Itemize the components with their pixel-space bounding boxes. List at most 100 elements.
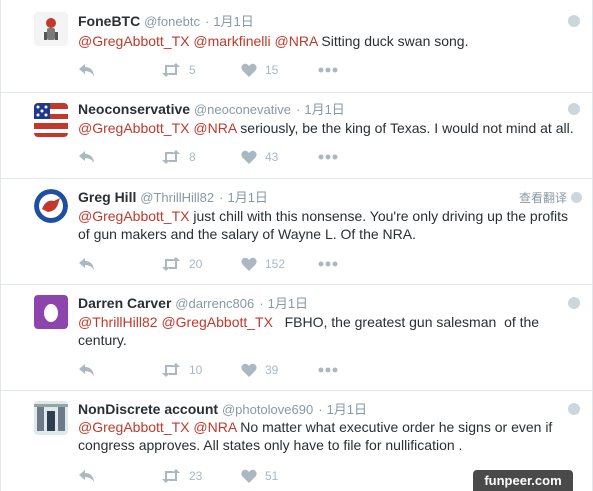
heart-icon <box>241 150 257 164</box>
retweet-count: 8 <box>189 150 196 164</box>
more-menu-caret-icon[interactable] <box>568 403 580 415</box>
avatar[interactable] <box>34 189 68 223</box>
retweet-count: 10 <box>189 363 203 377</box>
tweet-text: @GregAbbott_TX @NRA seriously, be the ki… <box>78 119 578 137</box>
more-button[interactable] <box>318 255 338 273</box>
reply-icon <box>79 64 94 76</box>
tweet-header: Darren Carver @darrenc806 · 1月1日 <box>78 293 308 313</box>
reply-icon <box>79 151 94 163</box>
confederate-flag-avatar-icon <box>34 103 68 137</box>
retweet-count: 20 <box>189 257 203 271</box>
reply-button[interactable] <box>78 361 96 379</box>
globe-icon <box>571 192 582 203</box>
mention-link[interactable]: @GregAbbott_TX <box>78 33 190 49</box>
more-dots-icon <box>318 261 338 267</box>
mention-link[interactable]: @GregAbbott_TX <box>161 314 273 330</box>
timestamp[interactable]: 1月1日 <box>304 102 344 117</box>
timestamp[interactable]: 1月1日 <box>227 190 267 205</box>
retweet-icon <box>162 469 180 483</box>
tweet-header: Greg Hill @ThrillHill82 · 1月1日 <box>78 187 268 207</box>
pillars-avatar-icon <box>34 401 68 435</box>
tweet-text: @GregAbbott_TX @markfinelli @NRA Sitting… <box>78 32 578 50</box>
user-name[interactable]: NonDiscrete account <box>78 401 218 417</box>
retweet-button[interactable]: 8 <box>161 148 196 166</box>
mustang-logo-avatar-icon <box>34 189 68 223</box>
tweet[interactable]: Neoconservative @neoconevative · 1月1日 @Gre… <box>1 93 592 179</box>
like-button[interactable]: 43 <box>241 148 278 166</box>
tweet-actions: 5 15 <box>78 61 378 79</box>
tweet-actions: 8 43 <box>78 148 378 166</box>
mention-link[interactable]: @GregAbbott_TX <box>78 419 190 435</box>
avatar[interactable] <box>34 12 68 46</box>
user-handle[interactable]: @fonebtc <box>144 14 200 29</box>
user-handle[interactable]: @photolove690 <box>222 402 313 417</box>
like-button[interactable]: 39 <box>241 361 278 379</box>
tweet-text-segment: seriously, be the king of Texas. I would… <box>236 120 574 136</box>
timestamp[interactable]: 1月1日 <box>268 296 308 311</box>
like-count: 39 <box>265 363 279 377</box>
heart-icon <box>241 363 257 377</box>
separator-dot: · <box>204 14 210 29</box>
heart-icon <box>241 257 257 271</box>
site-watermark: funpeer.com <box>473 470 573 491</box>
retweet-count: 5 <box>189 63 196 77</box>
like-count: 51 <box>265 469 279 483</box>
mention-link[interactable]: @ThrillHill82 <box>78 314 158 330</box>
user-name[interactable]: Neoconservative <box>78 101 190 117</box>
more-dots-icon <box>318 367 338 373</box>
reply-button[interactable] <box>78 61 96 79</box>
user-handle[interactable]: @darrenc806 <box>175 296 254 311</box>
user-handle[interactable]: @ThrillHill82 <box>140 190 214 205</box>
retweet-button[interactable]: 10 <box>161 361 202 379</box>
mention-link[interactable]: @GregAbbott_TX <box>78 120 190 136</box>
like-button[interactable]: 51 <box>241 467 278 485</box>
tweet[interactable]: Darren Carver @darrenc806 · 1月1日 @ThrillHi… <box>1 285 592 391</box>
tweet[interactable]: Greg Hill @ThrillHill82 · 1月1日 查看翻译 @GregA… <box>1 179 592 285</box>
more-button[interactable] <box>318 148 338 166</box>
mention-link[interactable]: @NRA <box>275 33 318 49</box>
separator-dot: · <box>259 296 264 311</box>
character-avatar-icon <box>34 12 68 46</box>
translate-label: 查看翻译 <box>518 191 567 205</box>
avatar[interactable] <box>34 103 68 137</box>
more-button[interactable] <box>318 61 338 79</box>
tweet-actions: 23 51 <box>78 467 378 485</box>
egg-avatar-icon <box>34 295 68 329</box>
retweet-button[interactable]: 23 <box>161 467 202 485</box>
like-count: 43 <box>265 150 279 164</box>
more-menu-caret-icon[interactable] <box>568 297 580 309</box>
like-button[interactable]: 152 <box>241 255 285 273</box>
more-menu-caret-icon[interactable] <box>568 103 580 115</box>
tweet-header: FoneBTC @fonebtc · 1月1日 <box>78 11 254 31</box>
user-name[interactable]: FoneBTC <box>78 13 140 29</box>
separator-dot: · <box>318 402 323 417</box>
mention-link[interactable]: @NRA <box>193 120 236 136</box>
heart-icon <box>241 63 257 77</box>
retweet-button[interactable]: 5 <box>161 61 196 79</box>
user-name[interactable]: Darren Carver <box>78 295 171 311</box>
reply-icon <box>79 470 94 482</box>
user-name[interactable]: Greg Hill <box>78 189 136 205</box>
translate-link[interactable]: 查看翻译 <box>519 189 582 206</box>
timestamp[interactable]: 1月1日 <box>213 14 253 29</box>
reply-button[interactable] <box>78 255 96 273</box>
heart-icon <box>241 469 257 483</box>
mention-link[interactable]: @GregAbbott_TX <box>78 208 190 224</box>
reply-button[interactable] <box>78 148 96 166</box>
mention-link[interactable]: @markfinelli <box>193 33 270 49</box>
mention-link[interactable]: @NRA <box>193 419 236 435</box>
avatar[interactable] <box>34 401 68 435</box>
more-menu-caret-icon[interactable] <box>568 15 580 27</box>
like-count: 15 <box>265 63 279 77</box>
timestamp[interactable]: 1月1日 <box>327 402 367 417</box>
user-handle[interactable]: @neoconevative <box>194 102 291 117</box>
reply-icon <box>79 364 94 376</box>
avatar[interactable] <box>34 295 68 329</box>
more-button[interactable] <box>318 361 338 379</box>
reply-icon <box>79 258 94 270</box>
separator-dot: · <box>296 102 301 117</box>
retweet-button[interactable]: 20 <box>161 255 202 273</box>
tweet[interactable]: FoneBTC @fonebtc · 1月1日 @GregAbbott_TX @ma… <box>1 0 592 93</box>
like-button[interactable]: 15 <box>241 61 278 79</box>
reply-button[interactable] <box>78 467 96 485</box>
